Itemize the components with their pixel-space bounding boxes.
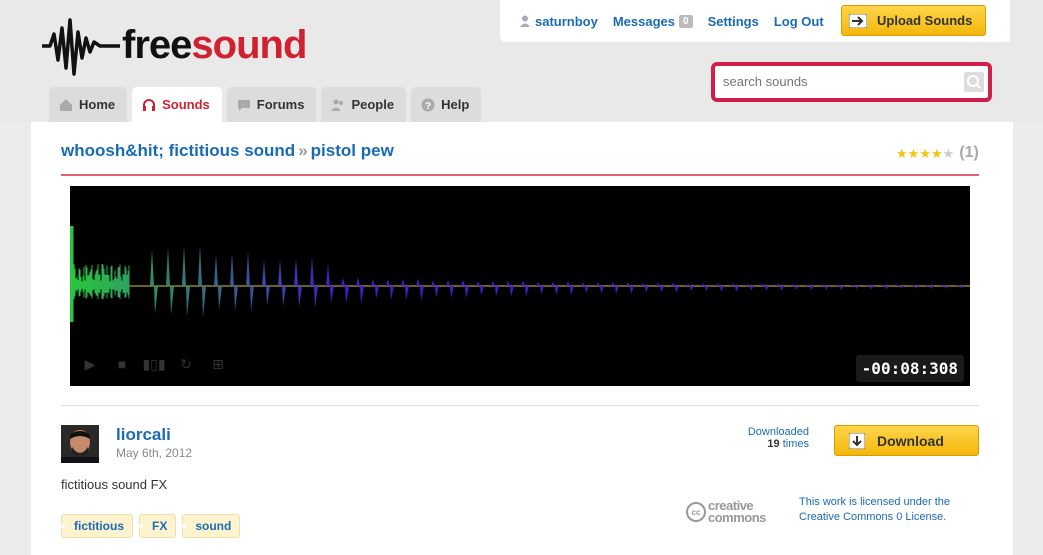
sound-description: fictitious sound FX [61,477,167,492]
license-link[interactable]: This work is licensed under the Creative… [799,495,969,525]
freesound-logo[interactable]: freesound [40,12,306,78]
messages-count-badge: 0 [679,15,693,28]
stop-icon[interactable]: ■ [112,354,132,374]
time-display: -00:08:308 [856,355,964,382]
search-input[interactable] [715,66,945,96]
home-icon [59,98,73,112]
rating-stars[interactable]: ★ ★ ★ ★ ★ [896,147,954,160]
author-link[interactable]: liorcali [116,425,171,445]
user-photo [61,425,99,463]
tab-sounds[interactable]: Sounds [132,87,222,122]
tag-list: fictitious FX sound [61,514,246,538]
question-icon: ? [421,98,435,112]
upload-arrow-icon [849,14,867,28]
download-button[interactable]: Download [834,425,979,456]
rating: ★ ★ ★ ★ ★ (1) [896,144,979,162]
star-icon[interactable]: ★ [908,147,920,160]
tag[interactable]: fictitious [61,514,133,538]
creative-commons-logo[interactable]: cc creative commons [686,500,766,524]
star-icon[interactable]: ★ [931,147,943,160]
avatar[interactable] [61,425,99,463]
user-icon [520,15,530,27]
tag[interactable]: sound [182,514,240,538]
search-icon [964,72,984,92]
headphones-icon [142,98,156,112]
measure-icon[interactable]: ⊞ [208,354,228,374]
cc-icon: cc [686,502,706,522]
download-stats: Downloaded 19 times [740,426,809,450]
settings-link[interactable]: Settings [708,14,759,29]
waveform-player[interactable]: ▶ ■ ▮▯▮ ↻ ⊞ -00:08:308 [70,186,970,386]
star-icon[interactable]: ★ [943,147,955,160]
divider [61,174,979,176]
download-arrow-icon [849,433,865,449]
upload-sounds-button[interactable]: Upload Sounds [841,5,986,36]
upload-date: May 6th, 2012 [116,446,192,460]
spectrogram-toggle-icon[interactable]: ▮▯▮ [144,354,164,374]
main-nav: Home Sounds Forums People ? Help [49,87,486,122]
speech-bubble-icon [237,98,251,112]
logout-link[interactable]: Log Out [774,14,824,29]
tag[interactable]: FX [139,514,176,538]
tab-home[interactable]: Home [49,87,127,122]
search-box [711,62,992,102]
player-controls: ▶ ■ ▮▯▮ ↻ ⊞ [80,354,240,374]
logo-wordmark: freesound [122,23,306,68]
tab-people[interactable]: People [321,87,406,122]
pack-link[interactable]: whoosh&hit; fictitious sound [61,141,295,160]
play-icon[interactable]: ▶ [80,354,100,374]
star-icon[interactable]: ★ [919,147,931,160]
tab-help[interactable]: ? Help [411,87,481,122]
rating-count: (1) [959,144,979,162]
divider [61,405,979,406]
star-icon[interactable]: ★ [896,147,908,160]
waveform-logo-icon [40,12,120,78]
sound-title[interactable]: pistol pew [311,141,394,160]
site-header: freesound saturnboy Messages 0 Settings … [0,0,1043,122]
loop-icon[interactable]: ↻ [176,354,196,374]
svg-text:?: ? [425,101,431,112]
messages-link[interactable]: Messages 0 [613,14,693,29]
username-link[interactable]: saturnboy [520,14,598,29]
search-button[interactable] [964,72,984,92]
breadcrumb: whoosh&hit; fictitious sound» pistol pew [61,141,394,161]
people-icon [331,98,345,112]
tab-forums[interactable]: Forums [227,87,317,122]
downloaders-link[interactable]: times [783,438,809,450]
sound-page: whoosh&hit; fictitious sound» pistol pew … [31,122,1013,555]
